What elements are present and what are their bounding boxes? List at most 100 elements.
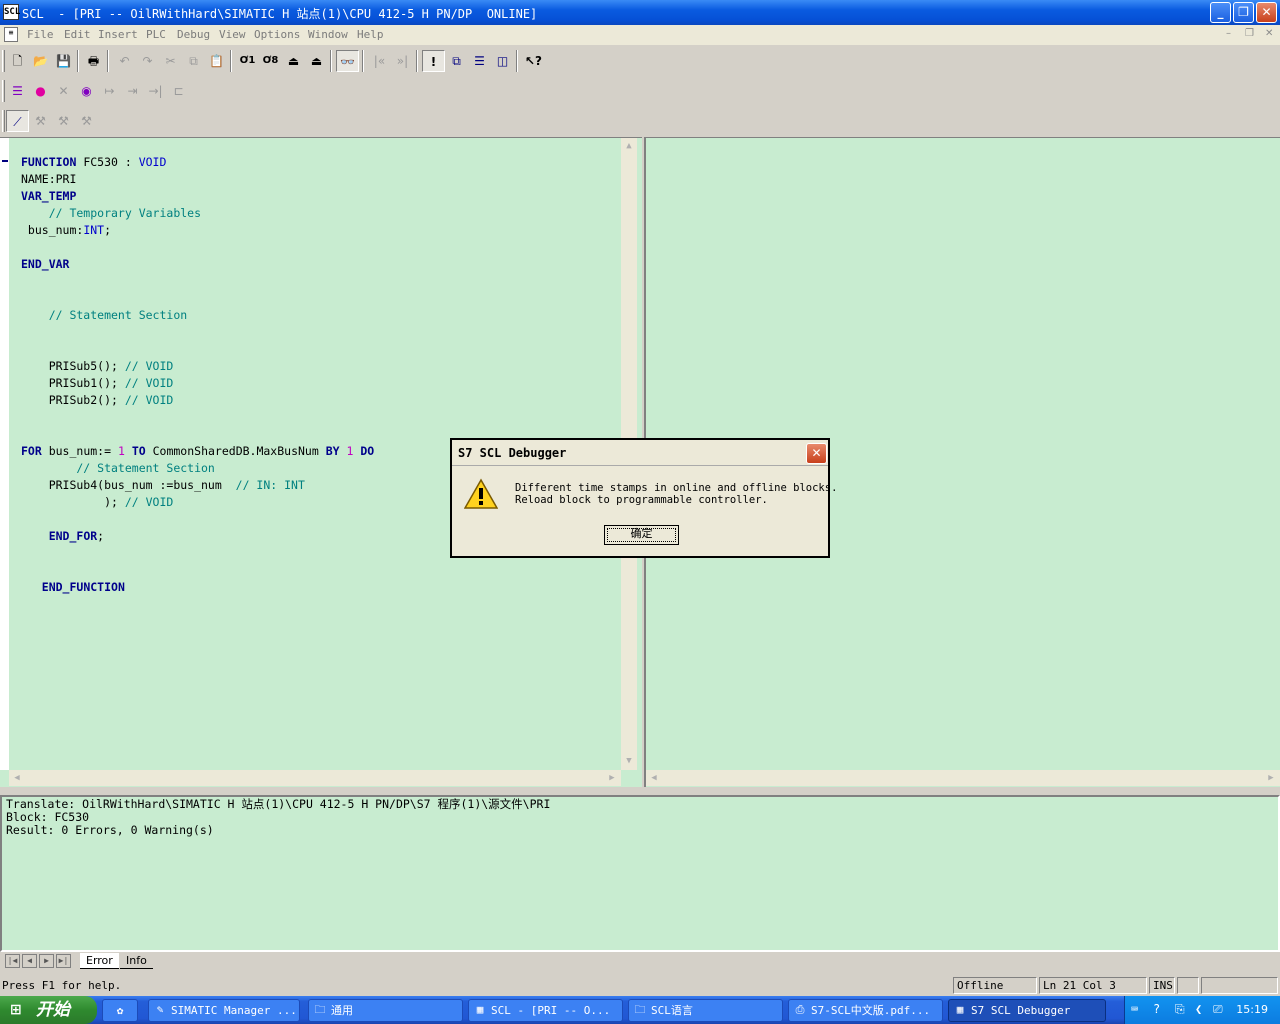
help-tray-icon[interactable]: ?	[1153, 1002, 1160, 1016]
warning-icon	[463, 478, 499, 510]
volume-icon[interactable]: ⎚	[1213, 1002, 1223, 1017]
wrench-off-icon[interactable]: ⚒	[75, 110, 98, 132]
next-tab-button[interactable]: ▶	[39, 954, 54, 968]
mdi-restore-button[interactable]: ❐	[1245, 28, 1254, 39]
print-icon[interactable]: 🖶	[82, 50, 105, 72]
menu-window[interactable]: Window	[308, 28, 348, 41]
code-line: // Temporary Variables	[21, 205, 201, 222]
taskbar-pdf[interactable]: ⎙ S7-SCL中文版.pdf...	[788, 999, 943, 1022]
restore-button[interactable]: ❐	[1233, 2, 1254, 23]
editor-horizontal-scrollbar[interactable]: ◀ ▶	[9, 770, 621, 786]
code-token: VOID	[138, 155, 167, 169]
start-button[interactable]: ⊞ 开始	[0, 996, 97, 1024]
close-button[interactable]: ✕	[1256, 2, 1277, 23]
scl-app-icon[interactable]: SCL	[3, 4, 20, 20]
code-token: TO	[131, 444, 146, 458]
delete-breakpoint-icon[interactable]: ✕	[52, 80, 75, 102]
scroll-down-arrow[interactable]: ▼	[622, 754, 636, 768]
keyboard-icon[interactable]: ⌨	[1131, 1002, 1138, 1016]
first-tab-button[interactable]: |◀	[5, 954, 20, 968]
code-token: END_VAR	[21, 257, 70, 271]
scroll-left-arrow[interactable]: ◀	[10, 771, 24, 785]
toolbar-separator	[330, 50, 332, 72]
step-into-icon[interactable]: ⊏	[167, 80, 190, 102]
open-folder-icon[interactable]: 📂	[29, 50, 52, 72]
new-file-icon[interactable]: 🗋	[6, 50, 29, 72]
code-token: NAME:PRI	[21, 172, 77, 186]
debugger-dialog: S7 SCL Debugger ✕ Different time stamps …	[450, 438, 837, 558]
breakpoint-toolbar: ⟋ ⚒ ⚒ ⚒	[0, 106, 104, 136]
scroll-right-arrow[interactable]: ▶	[1264, 771, 1278, 785]
redo-icon[interactable]: ↷	[136, 50, 159, 72]
menu-view[interactable]: View	[219, 28, 246, 41]
error-mark-icon[interactable]: !	[422, 50, 445, 72]
menu-insert[interactable]: Insert	[98, 28, 138, 41]
quick-launch-button[interactable]: ✿	[102, 999, 138, 1022]
toolbar-handle[interactable]	[2, 80, 5, 102]
download-all-icon[interactable]: ⏏	[305, 50, 328, 72]
menu-plc[interactable]: PLC	[146, 28, 166, 41]
first-bookmark-icon[interactable]: |«	[368, 50, 391, 72]
menu-file[interactable]: File	[27, 28, 54, 41]
taskbar-folder-general[interactable]: 🗀 通用	[308, 999, 463, 1022]
continue-icon[interactable]: ⇥	[121, 80, 144, 102]
code-line: bus_num:INT;	[21, 222, 111, 239]
network-icon[interactable]: ⎘	[1175, 1002, 1185, 1017]
taskbar-folder-scl[interactable]: 🗀 SCL语言	[628, 999, 783, 1022]
scroll-up-arrow[interactable]: ▲	[622, 139, 636, 153]
menu-edit[interactable]: Edit	[64, 28, 91, 41]
download-icon[interactable]: ⏏	[282, 50, 305, 72]
mdi-close-button[interactable]: ✕	[1265, 28, 1273, 39]
dialog-close-button[interactable]: ✕	[806, 443, 827, 464]
undo-icon[interactable]: ↶	[113, 50, 136, 72]
tray-expand-icon[interactable]: ❮	[1195, 1002, 1202, 1016]
toolbar-handle[interactable]	[2, 110, 5, 132]
menu-options[interactable]: Options	[254, 28, 300, 41]
cascade-windows-icon[interactable]: ⧉	[445, 50, 468, 72]
code-line: NAME:PRI	[21, 171, 76, 188]
to-cursor-icon[interactable]: →|	[144, 80, 167, 102]
copy-icon[interactable]: ⧉	[182, 50, 205, 72]
code-line: END_FUNCTION	[21, 579, 125, 596]
menu-help[interactable]: Help	[357, 28, 384, 41]
tile-vertical-icon[interactable]: ◫	[491, 50, 514, 72]
toolbar-handle[interactable]	[2, 50, 5, 72]
minimize-button[interactable]: _	[1210, 2, 1231, 23]
prev-tab-button[interactable]: ◀	[22, 954, 37, 968]
compile-icon[interactable]: Ơ1	[236, 50, 259, 72]
menu-debug[interactable]: Debug	[177, 28, 210, 41]
tab-error[interactable]: Error	[80, 953, 119, 969]
tile-horizontal-icon[interactable]: ☰	[468, 50, 491, 72]
breakpoint-icon[interactable]: ●	[29, 80, 52, 102]
next-statement-icon[interactable]: ↦	[98, 80, 121, 102]
wrench-icon[interactable]: ⚒	[29, 110, 52, 132]
context-help-icon[interactable]: ↖?	[522, 50, 545, 72]
dialog-message-line1: Different time stamps in online and offl…	[515, 482, 838, 494]
tab-info[interactable]: Info	[120, 953, 153, 969]
ok-button[interactable]: 确定	[604, 525, 679, 545]
cut-icon[interactable]: ✂	[159, 50, 182, 72]
scroll-right-arrow[interactable]: ▶	[605, 771, 619, 785]
last-bookmark-icon[interactable]: »|	[391, 50, 414, 72]
block-list-icon[interactable]: ☰	[6, 80, 29, 102]
debug-toolbar: ☰ ● ✕ ◉ ↦ ⇥ →| ⊏	[0, 76, 196, 106]
wrench-alt-icon[interactable]: ⚒	[52, 110, 75, 132]
last-tab-button[interactable]: ▶|	[56, 954, 71, 968]
document-icon[interactable]: ≡	[4, 27, 18, 42]
taskbar-scl-editor[interactable]: ▦ SCL - [PRI -- O...	[468, 999, 623, 1022]
output-window[interactable]: Translate: OilRWithHard\SIMATIC H 站点(1)\…	[0, 795, 1280, 952]
taskbar-scl-debugger[interactable]: ▦ S7 SCL Debugger	[948, 999, 1106, 1022]
breakpoints-active-icon[interactable]: ◉	[75, 80, 98, 102]
dialog-title-bar: S7 SCL Debugger	[452, 440, 828, 466]
mdi-minimize-button[interactable]: –	[1226, 28, 1231, 39]
compile-all-icon[interactable]: Ơ8	[259, 50, 282, 72]
paste-icon[interactable]: 📋	[205, 50, 228, 72]
monitor-horizontal-scrollbar[interactable]: ◀ ▶	[646, 770, 1280, 786]
taskbar-label: SCL语言	[651, 1004, 693, 1017]
scroll-left-arrow[interactable]: ◀	[647, 771, 661, 785]
code-line: PRISub2(); // VOID	[21, 392, 174, 409]
taskbar-simatic-manager[interactable]: ✎ SIMATIC Manager ...	[148, 999, 300, 1022]
monitor-glasses-icon[interactable]: 👓	[336, 50, 359, 72]
save-icon[interactable]: 💾	[52, 50, 75, 72]
monitor-mode-icon[interactable]: ⟋	[6, 110, 29, 132]
